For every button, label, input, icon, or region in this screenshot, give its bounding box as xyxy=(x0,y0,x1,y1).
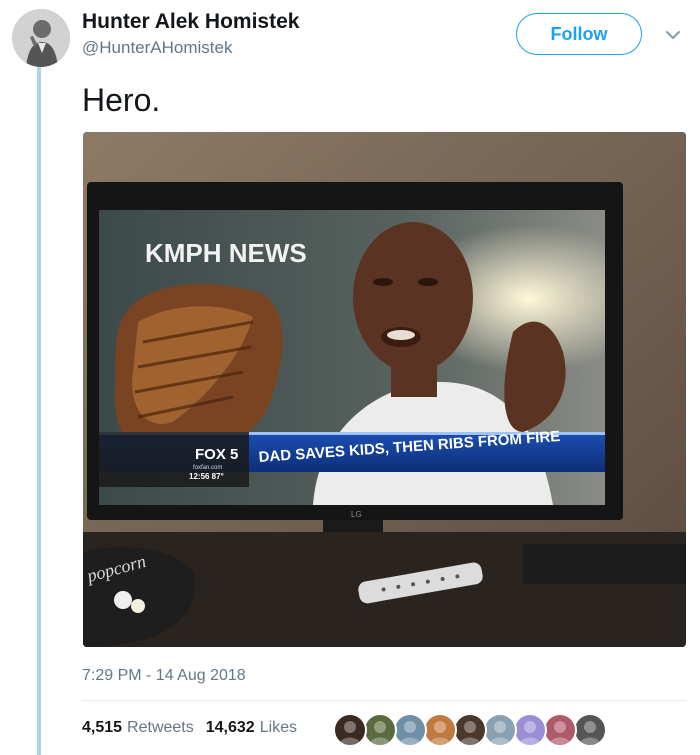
liker-avatar[interactable] xyxy=(333,713,367,747)
tweet-media-photo[interactable]: KMPH NEWS FOX 5 foxfan.com 12:56 87° DAD… xyxy=(83,132,686,647)
liker-avatar[interactable] xyxy=(423,713,457,747)
author-display-name[interactable]: Hunter Alek Homistek xyxy=(82,10,299,34)
tweet-timestamp[interactable]: 7:29 PM - 14 Aug 2018 xyxy=(82,667,246,685)
station-logo: KMPH NEWS xyxy=(145,238,307,268)
liker-avatar[interactable] xyxy=(453,713,487,747)
liker-avatar[interactable] xyxy=(573,713,607,747)
keyboard xyxy=(523,544,686,584)
man-head xyxy=(353,222,473,372)
likes-label: Likes xyxy=(259,719,298,736)
channel-logo: FOX 5 xyxy=(195,446,238,463)
channel-sub: foxfan.com xyxy=(193,465,222,471)
divider xyxy=(82,700,686,701)
tv-brand: LG xyxy=(351,510,362,519)
thread-line xyxy=(37,66,41,755)
liker-avatar[interactable] xyxy=(363,713,397,747)
author-avatar[interactable] xyxy=(12,9,70,67)
retweets-stat[interactable]: 4,515 Retweets xyxy=(82,719,194,737)
liker-avatar[interactable] xyxy=(543,713,577,747)
likes-count: 14,632 xyxy=(205,719,255,736)
tweet-stats: 4,515 Retweets 14,632 Likes xyxy=(82,719,297,737)
retweets-label: Retweets xyxy=(127,719,194,736)
follow-button[interactable]: Follow xyxy=(516,13,642,55)
liker-avatar[interactable] xyxy=(513,713,547,747)
chevron-down-icon[interactable] xyxy=(662,24,684,46)
tv-news-photo: KMPH NEWS FOX 5 foxfan.com 12:56 87° DAD… xyxy=(83,132,686,647)
likes-stat[interactable]: 14,632 Likes xyxy=(206,719,297,737)
ticker-clock: 12:56 87° xyxy=(189,472,224,481)
tweet-text: Hero. xyxy=(82,82,161,118)
author-handle[interactable]: @HunterAHomistek xyxy=(82,38,232,58)
user-avatar-icon xyxy=(12,9,70,67)
liker-avatar[interactable] xyxy=(483,713,517,747)
liker-avatar[interactable] xyxy=(393,713,427,747)
retweets-count: 4,515 xyxy=(82,719,123,736)
